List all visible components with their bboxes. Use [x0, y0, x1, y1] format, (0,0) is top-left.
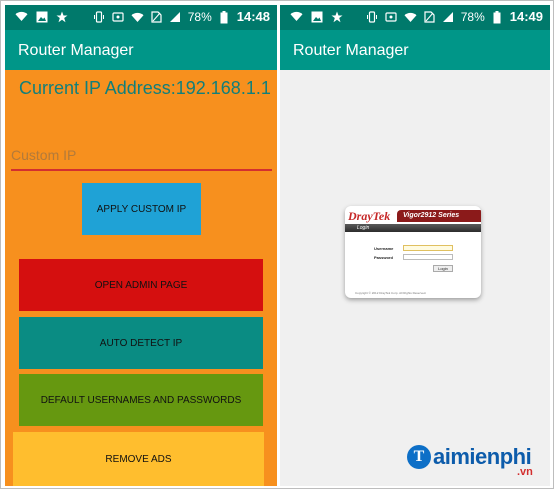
custom-ip-input[interactable]	[11, 141, 272, 171]
cell-signal-icon	[442, 11, 455, 24]
status-bar: 78% 14:48	[5, 5, 277, 30]
username-label: Username	[374, 246, 394, 251]
battery-icon	[491, 10, 504, 24]
battery-level: 78%	[187, 10, 212, 24]
router-login-card: DrayTek Vigor2912 Series Login Username …	[345, 206, 481, 298]
current-ip-line: Current IP Address:192.168.1.1	[19, 78, 271, 99]
battery-icon	[218, 10, 231, 24]
star-icon	[55, 10, 68, 23]
phone-right: 78% 14:49 Router Manager DrayTek Vigor29…	[280, 5, 550, 486]
model-banner: Vigor2912 Series	[397, 210, 481, 222]
phone-left: 78% 14:48 Router Manager Current IP Addr…	[5, 5, 277, 486]
app-bar: Router Manager	[5, 30, 277, 70]
draytek-logo: DrayTek	[348, 209, 391, 223]
wifi-signal-icon	[131, 11, 144, 24]
default-credentials-button[interactable]: DEFAULT USERNAMES AND PASSWORDS	[19, 374, 263, 426]
wifi-signal-icon	[404, 11, 417, 24]
vibrate-icon	[366, 11, 379, 24]
image-icon	[310, 10, 323, 23]
watermark-t-icon: T	[407, 445, 431, 469]
cast-icon	[112, 11, 125, 24]
current-ip-value: 192.168.1.1	[175, 78, 271, 98]
remove-ads-button[interactable]: REMOVE ADS	[13, 432, 264, 486]
cell-signal-icon	[169, 11, 182, 24]
current-ip-label: Current IP Address:	[19, 78, 176, 98]
password-label: Password	[374, 255, 393, 260]
clock: 14:49	[509, 9, 543, 24]
apply-custom-ip-button[interactable]: APPLY CUSTOM IP	[82, 183, 201, 235]
login-tab-bar: Login	[345, 224, 481, 232]
vibrate-icon	[93, 11, 106, 24]
app-title: Router Manager	[293, 42, 409, 59]
screenshot-frame: 78% 14:48 Router Manager Current IP Addr…	[0, 0, 554, 489]
no-sim-icon	[150, 11, 163, 24]
login-tab: Login	[357, 225, 370, 231]
watermark-suffix: .vn	[517, 466, 533, 478]
wifi-icon	[15, 10, 28, 23]
cast-icon	[385, 11, 398, 24]
watermark-logo: T aimienphi .vn	[407, 444, 533, 478]
password-input[interactable]	[403, 254, 453, 260]
wifi-icon	[290, 10, 303, 23]
app-title: Router Manager	[18, 42, 134, 59]
app-bar: Router Manager	[280, 30, 550, 70]
open-admin-page-button[interactable]: OPEN ADMIN PAGE	[19, 259, 263, 311]
copyright-footer: Copyright © 2012 DrayTek Corp. All Right…	[355, 291, 427, 295]
star-icon	[330, 10, 343, 23]
status-bar: 78% 14:49	[280, 5, 550, 30]
image-icon	[35, 10, 48, 23]
no-sim-icon	[423, 11, 436, 24]
battery-level: 78%	[460, 10, 485, 24]
login-button[interactable]: Login	[433, 265, 453, 272]
auto-detect-ip-button[interactable]: AUTO DETECT IP	[19, 317, 263, 369]
clock: 14:48	[236, 9, 270, 24]
username-input[interactable]	[403, 245, 453, 251]
